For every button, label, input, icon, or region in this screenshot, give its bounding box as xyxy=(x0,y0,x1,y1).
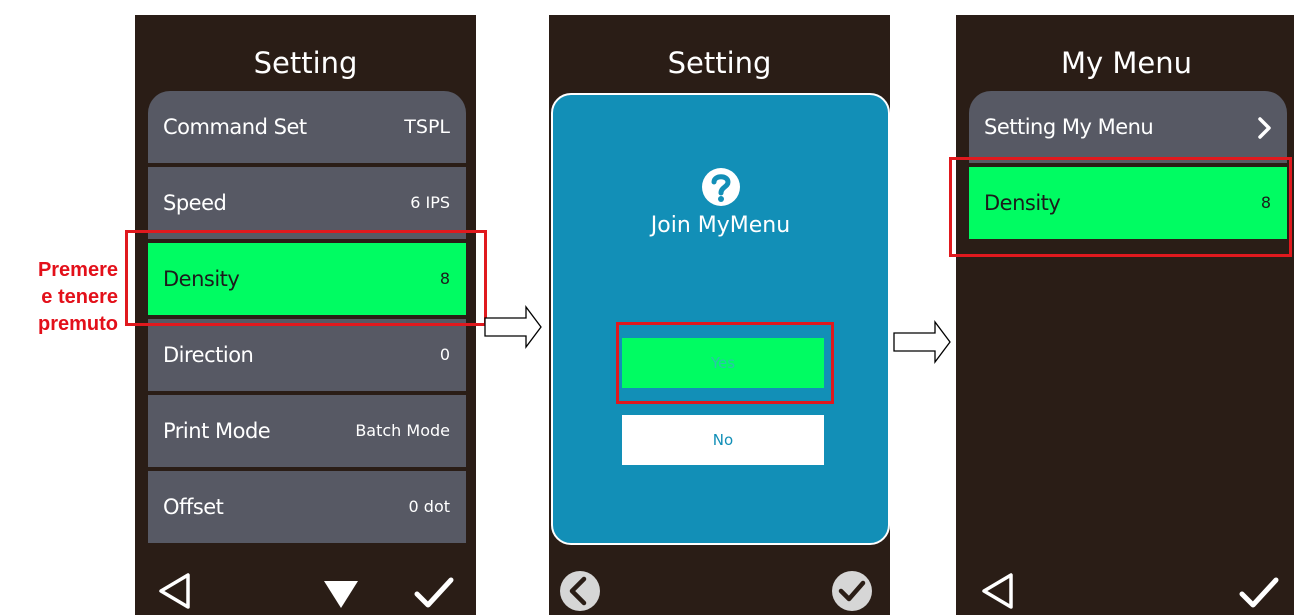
down-triangle-icon[interactable] xyxy=(321,577,361,611)
menu-item-value: 6 IPS xyxy=(410,193,450,212)
annotation-line: Premere xyxy=(37,259,118,281)
screen-title: Setting xyxy=(253,46,358,80)
menu-item-label: Print Mode xyxy=(163,419,271,443)
my-menu-screen: My Menu Setting My Menu Density 8 xyxy=(956,15,1294,615)
menu-item-label: Direction xyxy=(163,343,254,367)
menu-item-setting-my-menu[interactable]: Setting My Menu xyxy=(969,91,1287,163)
menu-item-offset[interactable]: Offset 0 dot xyxy=(148,471,466,543)
menu-item-direction[interactable]: Direction 0 xyxy=(148,319,466,391)
right-arrow-icon xyxy=(893,320,951,364)
question-icon xyxy=(702,168,740,206)
dialog-message: Join MyMenu xyxy=(650,213,791,238)
annotation-line: e tenere xyxy=(41,286,118,308)
menu-item-label: Command Set xyxy=(163,115,307,139)
screen-title: My Menu xyxy=(1060,46,1193,80)
check-icon[interactable] xyxy=(1238,575,1280,611)
menu-item-command-set[interactable]: Command Set TSPL xyxy=(148,91,466,163)
press-and-hold-annotation: Premere e tenere premuto xyxy=(8,257,118,338)
menu-item-value: 0 xyxy=(439,345,450,364)
menu-item-value: Batch Mode xyxy=(355,421,450,440)
menu-item-value: TSPL xyxy=(404,116,450,138)
menu-item-print-mode[interactable]: Print Mode Batch Mode xyxy=(148,395,466,467)
menu-item-label: Setting My Menu xyxy=(984,115,1154,139)
menu-item-label: Offset xyxy=(163,495,224,519)
annotation-line: premuto xyxy=(38,313,118,335)
menu-item-speed[interactable]: Speed 6 IPS xyxy=(148,167,466,239)
screen-title: Setting xyxy=(667,46,772,80)
back-triangle-icon[interactable] xyxy=(978,571,1018,611)
check-icon[interactable] xyxy=(413,575,455,611)
join-mymenu-dialog: Join MyMenu Yes No xyxy=(551,93,890,545)
check-circle-icon[interactable] xyxy=(830,569,874,613)
density-highlight-box xyxy=(125,230,487,326)
menu-item-value: 0 dot xyxy=(408,497,450,516)
menu-item-label: Speed xyxy=(163,191,227,215)
no-button[interactable]: No xyxy=(622,415,824,465)
chevron-right-icon xyxy=(1258,117,1271,139)
yes-highlight-box xyxy=(616,322,834,404)
back-triangle-icon[interactable] xyxy=(155,571,195,611)
setting-dialog-screen: Setting Join MyMenu Yes No xyxy=(549,15,890,615)
mymenu-density-highlight-box xyxy=(949,157,1292,257)
back-circle-icon[interactable] xyxy=(558,569,602,613)
right-arrow-icon xyxy=(484,305,542,349)
